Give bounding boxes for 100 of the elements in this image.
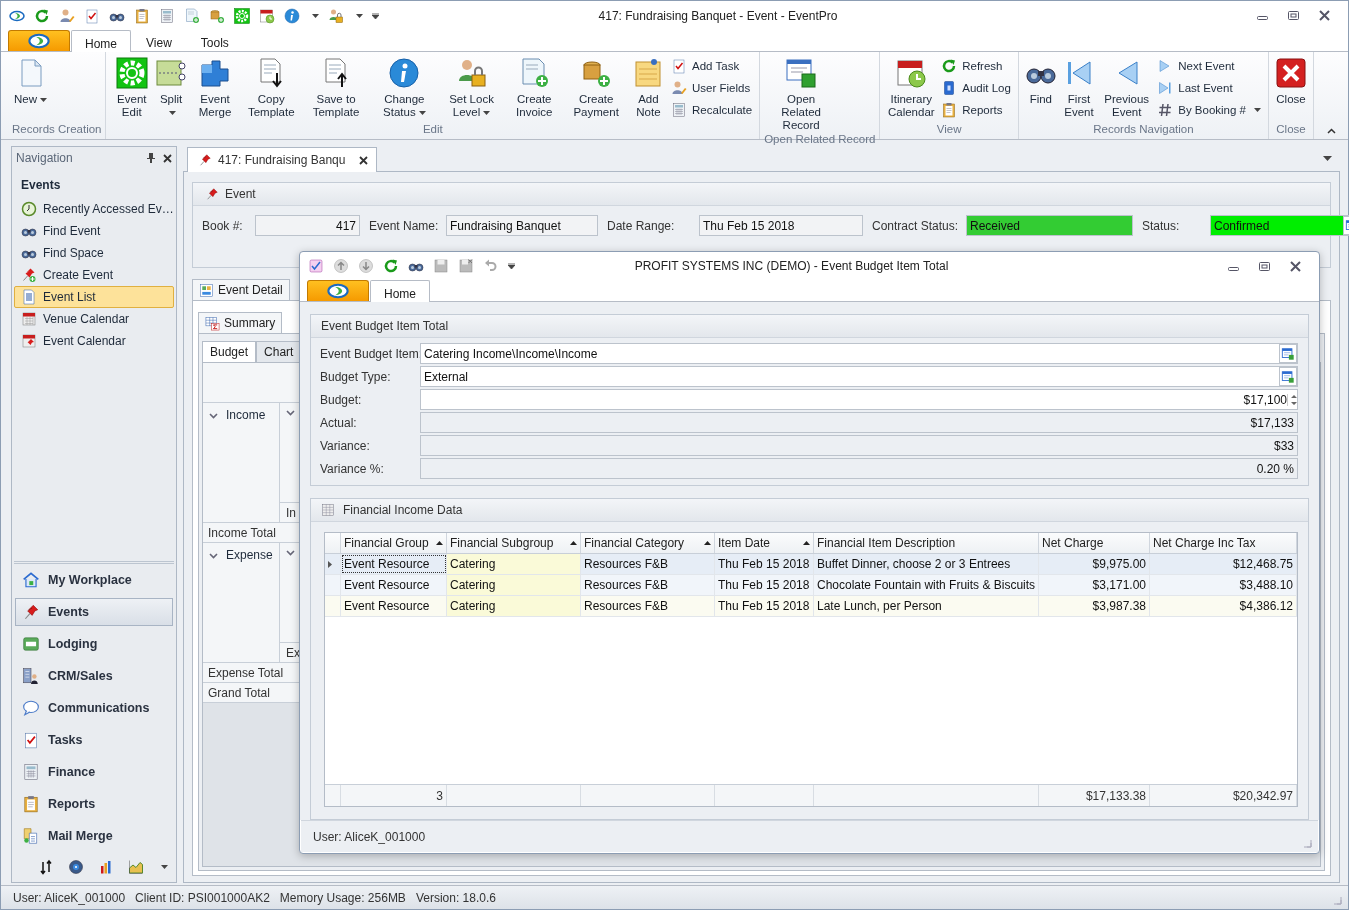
ribbon-tab[interactable]: Home [370,280,430,302]
user-edit-icon[interactable] [59,7,75,24]
column-header[interactable]: Net Charge [1039,533,1150,553]
color-checklist-icon[interactable] [308,258,324,274]
ribbon-tab[interactable]: Tools [186,30,243,51]
disc-icon[interactable] [68,859,84,875]
ribbon-button[interactable]: Copy Template [241,56,302,120]
up-circle-icon[interactable] [333,258,349,274]
module-button[interactable]: Tasks [15,726,173,754]
refresh-icon[interactable] [34,7,50,24]
app-menu-button[interactable] [307,280,369,301]
chevron-icon[interactable] [286,410,295,416]
column-header[interactable]: Financial Item Description [814,533,1039,553]
module-button[interactable]: Mail Merge [15,822,173,850]
input-field[interactable]: External [420,366,1298,387]
lookup-icon[interactable] [1281,369,1295,384]
close-icon[interactable] [359,155,369,165]
nav-item[interactable]: Venue Calendar [14,308,174,330]
module-button[interactable]: My Workplace [15,566,173,594]
module-button[interactable]: Communications [15,694,173,722]
document-tab[interactable]: 417: Fundraising Banqu [187,147,378,172]
tab[interactable]: Summary [198,312,283,333]
ribbon-button[interactable]: Reports [938,100,1014,120]
close-icon[interactable] [1290,260,1301,272]
user-lock-icon[interactable] [328,7,344,24]
module-button[interactable]: Events [15,598,173,626]
ribbon-button[interactable]: Event Merge [189,56,242,120]
column-header[interactable]: Financial Category [581,533,715,553]
ribbon-button[interactable]: Audit Log [938,78,1014,98]
module-button[interactable]: Lodging [15,630,173,658]
ribbon-button[interactable]: Next Event [1154,56,1264,76]
ribbon-button[interactable]: Previous Event [1099,56,1155,120]
ribbon-button[interactable]: User Fields [668,78,756,98]
size-grip-icon[interactable] [1333,896,1342,905]
tab[interactable]: Budget [202,341,257,362]
ribbon-button[interactable]: Itinerary Calendar [884,56,939,120]
ribbon-button[interactable]: Save to Template [301,56,371,120]
ribbon-button[interactable]: Close [1273,56,1309,107]
app-menu-button[interactable] [8,30,70,51]
caret-icon[interactable] [1323,156,1332,161]
ribbon-button[interactable]: First Event [1058,56,1100,120]
column-header[interactable]: Net Charge Inc Tax [1150,533,1297,553]
input-field[interactable]: Confirmed [1210,215,1349,236]
input-field[interactable]: $17,100 [420,389,1298,410]
ribbon-button[interactable]: By Booking # [1154,100,1264,120]
invoice-icon[interactable] [184,7,200,24]
save-close-icon[interactable] [458,258,474,274]
ribbon-tab[interactable]: View [132,30,186,51]
pin-icon[interactable] [147,153,155,163]
bar-chart-icon[interactable] [98,859,114,875]
ribbon-button[interactable]: Add Note [628,56,669,120]
chevron-icon[interactable] [286,550,295,556]
ribbon-button[interactable]: Recalculate [668,100,756,120]
calendar-clock-icon[interactable] [259,7,275,24]
collapse-icon[interactable] [1327,128,1336,134]
module-button[interactable]: CRM/Sales [15,662,173,690]
ribbon-button[interactable]: Open Related Record [764,56,839,133]
nav-item[interactable]: Recently Accessed Ev… [14,198,174,220]
size-grip-icon[interactable] [1303,839,1312,848]
input-field[interactable]: 0.20 % [420,458,1298,479]
lookup-icon[interactable] [1281,346,1295,361]
column-header[interactable]: Item Date [715,533,814,553]
close-icon[interactable] [1319,10,1330,21]
chevron-icon[interactable] [209,413,218,419]
restore-icon[interactable] [1288,10,1299,21]
input-field[interactable]: Catering Income\Income\Income [420,343,1298,364]
ribbon-button[interactable]: New [12,56,49,107]
area-chart-icon[interactable] [128,859,144,875]
input-field[interactable]: Received [966,215,1133,236]
input-field[interactable]: 417 [255,215,360,236]
ribbon-button[interactable]: Create Invoice [504,56,564,120]
nav-item[interactable]: Event Calendar [14,330,174,352]
sort-arrows-icon[interactable] [38,859,54,875]
down-circle-icon[interactable] [358,258,374,274]
customize-icon[interactable] [508,263,515,269]
ribbon-button[interactable]: Find [1022,56,1059,107]
ribbon-button[interactable]: Last Event [1154,78,1264,98]
ribbon-button[interactable]: Split [153,56,190,120]
nav-item[interactable]: Find Event [14,220,174,242]
column-header[interactable]: Financial Group [341,533,447,553]
ribbon-button[interactable]: Create Payment [563,56,629,120]
input-field[interactable]: Fundraising Banquet [446,215,598,236]
module-button[interactable]: Finance [15,758,173,786]
clipboard-icon[interactable] [134,7,150,24]
module-button[interactable]: Reports [15,790,173,818]
input-field[interactable]: Thu Feb 15 2018 [699,215,863,236]
gear-icon[interactable] [234,7,250,24]
info-icon[interactable] [284,7,300,24]
restore-icon[interactable] [1259,260,1270,272]
nav-item[interactable]: Find Space [14,242,174,264]
ribbon-button[interactable]: Change Status [370,56,439,120]
input-field[interactable]: $33 [420,435,1298,456]
ribbon-button[interactable]: Add Task [668,56,756,76]
column-header[interactable]: Financial Subgroup [447,533,581,553]
tab[interactable]: Event Detail [192,279,290,300]
ribbon-button[interactable]: Set Lock Level [438,56,505,120]
nav-item[interactable]: Event List [14,286,174,308]
chevron-icon[interactable] [209,553,218,559]
input-field[interactable]: $17,133 [420,412,1298,433]
ribbon-button[interactable]: Refresh [938,56,1014,76]
